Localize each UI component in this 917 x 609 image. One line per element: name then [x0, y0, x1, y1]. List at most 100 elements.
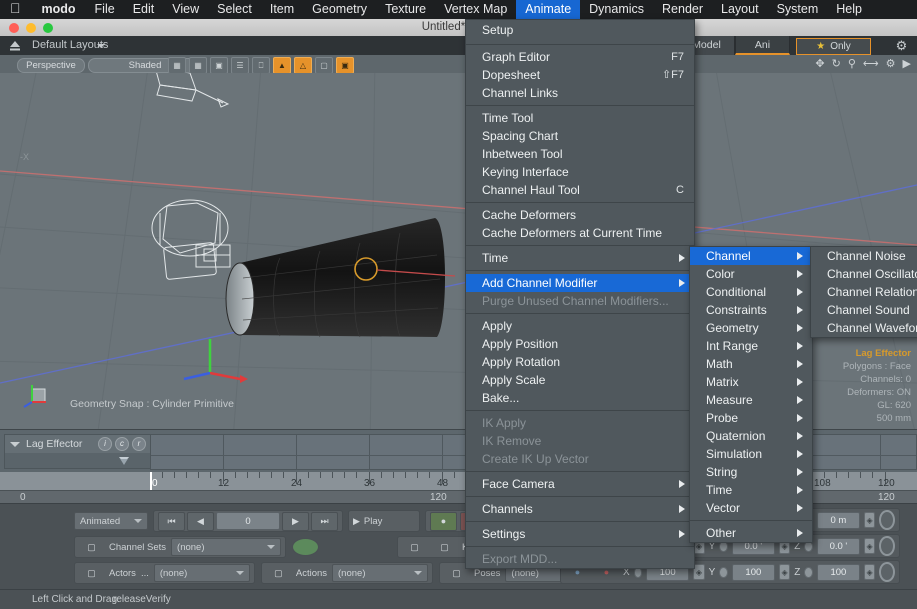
- channel-sets-icon[interactable]: ▢: [79, 539, 104, 556]
- rotate-icon[interactable]: △: [294, 57, 312, 74]
- tab-animate[interactable]: Ani: [735, 36, 790, 55]
- menubar-item-modo[interactable]: modo: [32, 0, 86, 19]
- submenu-item-measure[interactable]: Measure: [690, 391, 812, 409]
- copy-icon[interactable]: ⎕: [252, 57, 270, 74]
- menu-item-keying-interface[interactable]: Keying Interface: [466, 163, 694, 181]
- submenu-item-quaternion[interactable]: Quaternion: [690, 427, 812, 445]
- scale-y-spinner[interactable]: ◈: [779, 564, 791, 580]
- only-toggle-button[interactable]: ★ Only: [796, 38, 871, 55]
- viewport-settings-icon[interactable]: ⚙: [886, 58, 896, 70]
- maximize-button[interactable]: [43, 23, 53, 33]
- key-sets-icon[interactable]: ▢: [432, 539, 457, 556]
- next-frame-icon[interactable]: ▶: [282, 512, 309, 531]
- key-create-icon[interactable]: ●: [430, 512, 457, 531]
- chevron-down-icon[interactable]: [97, 44, 105, 48]
- submenu-item-conditional[interactable]: Conditional: [690, 283, 812, 301]
- add-channel-set-icon[interactable]: [292, 538, 319, 556]
- submenu-item-channel[interactable]: Channel: [690, 247, 812, 265]
- menubar-item-dynamics[interactable]: Dynamics: [580, 0, 653, 19]
- menubar-item-view[interactable]: View: [163, 0, 208, 19]
- menubar-item-system[interactable]: System: [768, 0, 828, 19]
- scale-z-spinner[interactable]: ◈: [864, 564, 876, 580]
- info-badge-icon[interactable]: i: [98, 437, 112, 451]
- play-button[interactable]: ▶ Play: [348, 510, 420, 532]
- menubar-item-vertex-map[interactable]: Vertex Map: [435, 0, 516, 19]
- menu-item-apply-scale[interactable]: Apply Scale: [466, 371, 694, 389]
- menu-item-time[interactable]: Time: [466, 249, 694, 267]
- menu-item-graph-editor[interactable]: Graph Editor F7: [466, 48, 694, 66]
- menu-item-channels[interactable]: Channels: [466, 500, 694, 518]
- menu-item-setup[interactable]: Setup: [466, 20, 694, 41]
- menu-item-add-channel-modifier[interactable]: Add Channel Modifier: [466, 274, 694, 292]
- submenu-item-vector[interactable]: Vector: [690, 499, 812, 517]
- menubar-item-geometry[interactable]: Geometry: [303, 0, 376, 19]
- rotation-reset-button[interactable]: [879, 536, 895, 556]
- actors-icon[interactable]: ▢: [79, 565, 104, 582]
- submenu-item-probe[interactable]: Probe: [690, 409, 812, 427]
- menu-item-settings[interactable]: Settings: [466, 525, 694, 543]
- render-badge-icon[interactable]: r: [132, 437, 146, 451]
- submenu-item-color[interactable]: Color: [690, 265, 812, 283]
- menu-item-bake[interactable]: Bake...: [466, 389, 694, 407]
- menu-item-dopesheet[interactable]: Dopesheet ⇧F7: [466, 66, 694, 84]
- viewport-play-icon[interactable]: ▶: [903, 58, 911, 70]
- fit-icon[interactable]: ⟷: [863, 58, 879, 70]
- menubar-item-layout[interactable]: Layout: [712, 0, 768, 19]
- submenu-item-time[interactable]: Time: [690, 481, 812, 499]
- submenu-item-channel-oscillator[interactable]: Channel Oscillator: [811, 265, 917, 283]
- position-z-field[interactable]: 0 m: [817, 512, 860, 529]
- apple-icon[interactable]: : [0, 0, 32, 19]
- submenu-item-constraints[interactable]: Constraints: [690, 301, 812, 319]
- position-reset-button[interactable]: [879, 510, 895, 530]
- actors-ellipsis[interactable]: ...: [141, 568, 149, 579]
- box-icon[interactable]: ▣: [210, 57, 228, 74]
- grid-dense-icon[interactable]: ▦: [189, 57, 207, 74]
- gear-icon[interactable]: ⚙: [894, 38, 909, 53]
- actors-dropdown[interactable]: (none): [154, 564, 250, 582]
- submenu-item-channel-sound[interactable]: Channel Sound: [811, 301, 917, 319]
- submenu-item-int-range[interactable]: Int Range: [690, 337, 812, 355]
- playback-mode-dropdown[interactable]: Animated: [74, 512, 148, 530]
- menubar-item-item[interactable]: Item: [261, 0, 303, 19]
- menu-item-cache-deformers[interactable]: Cache Deformers: [466, 206, 694, 224]
- menubar-item-render[interactable]: Render: [653, 0, 712, 19]
- menubar-item-help[interactable]: Help: [827, 0, 871, 19]
- submenu-item-geometry[interactable]: Geometry: [690, 319, 812, 337]
- view-mode-dropdown[interactable]: Perspective: [17, 58, 85, 73]
- move-icon[interactable]: ▲: [273, 57, 291, 74]
- menubar-item-texture[interactable]: Texture: [376, 0, 435, 19]
- submenu-item-string[interactable]: String: [690, 463, 812, 481]
- menu-item-time-tool[interactable]: Time Tool: [466, 109, 694, 127]
- wire-icon[interactable]: ☰: [231, 57, 249, 74]
- menu-item-apply-position[interactable]: Apply Position: [466, 335, 694, 353]
- submenu-item-channel-relationship[interactable]: Channel Relationship: [811, 283, 917, 301]
- menu-item-channel-haul-tool[interactable]: Channel Haul Tool C: [466, 181, 694, 199]
- menu-item-inbetween-tool[interactable]: Inbetween Tool: [466, 145, 694, 163]
- prev-frame-icon[interactable]: ◀: [187, 512, 214, 531]
- channel-submenu[interactable]: Channel Noise Channel Oscillator Channel…: [810, 246, 917, 338]
- pan-icon[interactable]: ✥: [815, 58, 824, 70]
- expand-triangle-icon[interactable]: [10, 442, 20, 447]
- book-icon[interactable]: ▣: [336, 57, 354, 74]
- rotation-z-field[interactable]: 0.0 ': [817, 538, 860, 555]
- menu-item-cache-deformers-current-time[interactable]: Cache Deformers at Current Time: [466, 224, 694, 242]
- page-icon[interactable]: ▢: [315, 57, 333, 74]
- last-frame-icon[interactable]: ⏭: [311, 512, 338, 531]
- submenu-item-other[interactable]: Other: [690, 524, 812, 542]
- menu-item-channel-links[interactable]: Channel Links: [466, 84, 694, 102]
- menu-item-apply[interactable]: Apply: [466, 317, 694, 335]
- menu-item-face-camera[interactable]: Face Camera: [466, 475, 694, 493]
- timeline-track-header[interactable]: Lag Effector i c r: [4, 434, 151, 454]
- range-end-value[interactable]: 120: [430, 492, 447, 503]
- grid-icon[interactable]: ▦: [168, 57, 186, 74]
- gem-icon[interactable]: [118, 455, 130, 466]
- menu-item-spacing-chart[interactable]: Spacing Chart: [466, 127, 694, 145]
- zoom-icon[interactable]: ⚲: [848, 58, 856, 70]
- actions-icon[interactable]: ▢: [266, 565, 291, 582]
- position-z-spinner[interactable]: ◈: [864, 512, 876, 528]
- current-frame-field[interactable]: 0: [216, 512, 280, 530]
- menubar-item-animate[interactable]: Animate: [516, 0, 580, 19]
- timeline-playhead[interactable]: [150, 472, 152, 490]
- channel-sets-dropdown[interactable]: (none): [171, 538, 281, 556]
- range-start-value[interactable]: 0: [20, 492, 26, 503]
